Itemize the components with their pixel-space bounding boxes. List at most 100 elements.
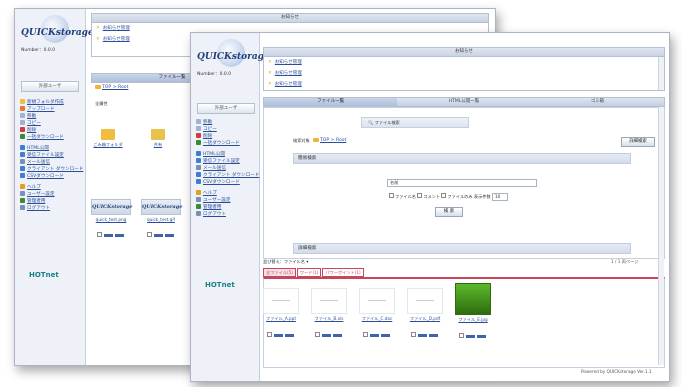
checkbox[interactable] — [315, 332, 320, 337]
action-button[interactable] — [466, 335, 475, 338]
comment-radio[interactable] — [417, 193, 423, 198]
file-tab-all[interactable]: 全ファイル(5) — [263, 268, 296, 277]
sidebar-item-move[interactable]: 移動 — [196, 119, 256, 126]
file-card[interactable]: ファイル_D.pdf — [407, 288, 443, 341]
sidebar-item-mail[interactable]: メール送信 — [196, 165, 256, 172]
action-button[interactable] — [154, 234, 163, 237]
logout-icon — [196, 211, 201, 216]
action-button[interactable] — [322, 334, 331, 337]
sidebar-item-bulk-download[interactable]: 一括ダウンロード — [196, 140, 256, 147]
file-card[interactable]: ファイル_C.doc — [359, 288, 395, 341]
upload-icon — [20, 106, 25, 111]
filename-radio[interactable] — [389, 193, 394, 198]
checkbox[interactable] — [411, 332, 416, 337]
files-only-checkbox[interactable] — [441, 193, 447, 198]
sidebar-item-delete[interactable]: 削除 — [20, 127, 80, 134]
sidebar-item-new-folder[interactable]: 新規フォルダ作成 — [20, 99, 80, 106]
notice-row[interactable]: ✕ お知らせ管理 — [264, 68, 664, 79]
action-button[interactable] — [115, 234, 124, 237]
action-button[interactable] — [333, 334, 342, 337]
notice-scrollbar[interactable] — [658, 57, 664, 90]
action-button[interactable] — [477, 335, 486, 338]
move-icon — [196, 119, 201, 124]
search-input[interactable]: 名前 — [387, 179, 537, 187]
globe-icon — [196, 151, 201, 156]
sidebar-item-move[interactable]: 移動 — [20, 113, 80, 120]
sidebar-item-bulk-download[interactable]: 一括ダウンロード — [20, 134, 80, 141]
file-tab-word[interactable]: ワード(1) — [296, 268, 322, 277]
sidebar-item-admin[interactable]: 管理者用 — [20, 198, 80, 205]
detail-search-button[interactable]: 詳細検索 — [621, 137, 655, 147]
sidebar-item-help[interactable]: ヘルプ — [196, 190, 256, 197]
breadcrumb[interactable]: TOP > Root — [313, 138, 346, 143]
checkbox[interactable] — [363, 332, 368, 337]
action-button[interactable] — [429, 334, 438, 337]
file-tab-powerpoint[interactable]: パワーポイント(1) — [322, 268, 364, 277]
tab-file-list[interactable]: ファイル一覧 — [264, 98, 398, 106]
sidebar-item-admin[interactable]: 管理者用 — [196, 204, 256, 211]
file-thumbnail — [359, 288, 395, 314]
tab-bar: ファイル一覧 HTML公開一覧 ゴミ箱 — [263, 97, 665, 107]
sidebar-item-client-download[interactable]: クライアント ダウンロード — [20, 166, 83, 173]
file-card[interactable]: ファイル_A.ppt — [263, 288, 299, 341]
download-icon — [20, 134, 25, 139]
action-button[interactable] — [418, 334, 427, 337]
sort-control[interactable]: 並び替え：ファイル名 ▾ — [263, 259, 308, 265]
checkbox[interactable] — [147, 232, 152, 237]
action-button[interactable] — [104, 234, 113, 237]
delete-icon — [20, 127, 25, 132]
sidebar-item-user-settings[interactable]: ユーザー設定 — [196, 197, 256, 204]
detail-search-header[interactable]: 詳細検索 — [293, 243, 631, 254]
simple-search-header: 簡易検索 — [293, 153, 631, 164]
grid-folder[interactable]: ごみ箱フォルダ — [93, 129, 123, 148]
sidebar-item-mail[interactable]: メール送信 — [20, 159, 80, 166]
external-user-button[interactable]: 外部ユーザ — [197, 103, 255, 114]
file-thumbnail — [407, 288, 443, 314]
action-button[interactable] — [370, 334, 379, 337]
search-title: 🔍 ファイル検索 — [361, 117, 469, 128]
sidebar-item-help[interactable]: ヘルプ — [20, 184, 80, 191]
file-card[interactable]: ファイル_E.jpg — [455, 283, 491, 342]
grid-file[interactable]: QUICKstorage quick_test.png — [89, 199, 133, 241]
sidebar-item-client-download[interactable]: クライアント ダウンロード — [196, 172, 259, 179]
sidebar-item-receive-settings[interactable]: 受信ファイル設定 — [20, 152, 80, 159]
main-scrollbar[interactable] — [658, 107, 664, 365]
action-button[interactable] — [285, 334, 294, 337]
search-button[interactable]: 検 索 — [435, 207, 463, 217]
action-button[interactable] — [381, 334, 390, 337]
sidebar-item-upload[interactable]: アップロード — [20, 106, 80, 113]
notice-row[interactable]: ✕ お知らせ管理 — [264, 57, 664, 68]
checkbox[interactable] — [459, 333, 464, 338]
grid-folder[interactable]: 共有 — [143, 129, 173, 148]
sidebar-item-user-settings[interactable]: ユーザー設定 — [20, 191, 80, 198]
action-button[interactable] — [274, 334, 283, 337]
folder-icon — [95, 85, 101, 89]
sidebar-item-csv-download[interactable]: CSVダウンロード — [20, 173, 80, 180]
checkbox[interactable] — [267, 332, 272, 337]
sidebar-item-logout[interactable]: ログアウト — [20, 205, 80, 212]
folder-icon — [313, 138, 319, 142]
tab-html-publish[interactable]: HTML公開一覧 — [397, 98, 530, 106]
sidebar-item-csv-download[interactable]: CSVダウンロード — [196, 179, 256, 186]
file-type-tabs: 全ファイル(5) ワード(1) パワーポイント(1) — [263, 268, 365, 277]
user-icon — [196, 197, 201, 202]
grid-file[interactable]: QUICKstorage quick_test.gif — [139, 199, 183, 241]
hotnet-logo: HOTnet — [205, 281, 235, 289]
action-button[interactable] — [165, 234, 174, 237]
notice-icon: ✕ — [268, 60, 272, 65]
sidebar-item-copy[interactable]: コピー — [20, 120, 80, 127]
sidebar-item-delete[interactable]: 削除 — [196, 133, 256, 140]
sidebar-item-receive-settings[interactable]: 受信ファイル設定 — [196, 158, 256, 165]
external-user-button[interactable]: 外部ユーザ — [21, 81, 79, 92]
sidebar-item-copy[interactable]: コピー — [196, 126, 256, 133]
checkbox[interactable] — [97, 232, 102, 237]
sidebar-item-logout[interactable]: ログアウト — [196, 211, 256, 218]
tab-trash[interactable]: ゴミ箱 — [531, 98, 664, 106]
breadcrumb[interactable]: TOP > Root — [95, 85, 128, 90]
per-page-select[interactable]: 10 — [492, 193, 508, 201]
file-card[interactable]: ファイル_B.xls — [311, 288, 347, 341]
notice-row[interactable]: ✕ お知らせ管理 — [264, 79, 664, 90]
sidebar-item-html-publish[interactable]: HTML公開 — [20, 145, 80, 152]
front-window: QUICKstorage Number：0.0.0 外部ユーザ 移動 コピー 削… — [190, 32, 670, 382]
sidebar-item-html-publish[interactable]: HTML公開 — [196, 151, 256, 158]
